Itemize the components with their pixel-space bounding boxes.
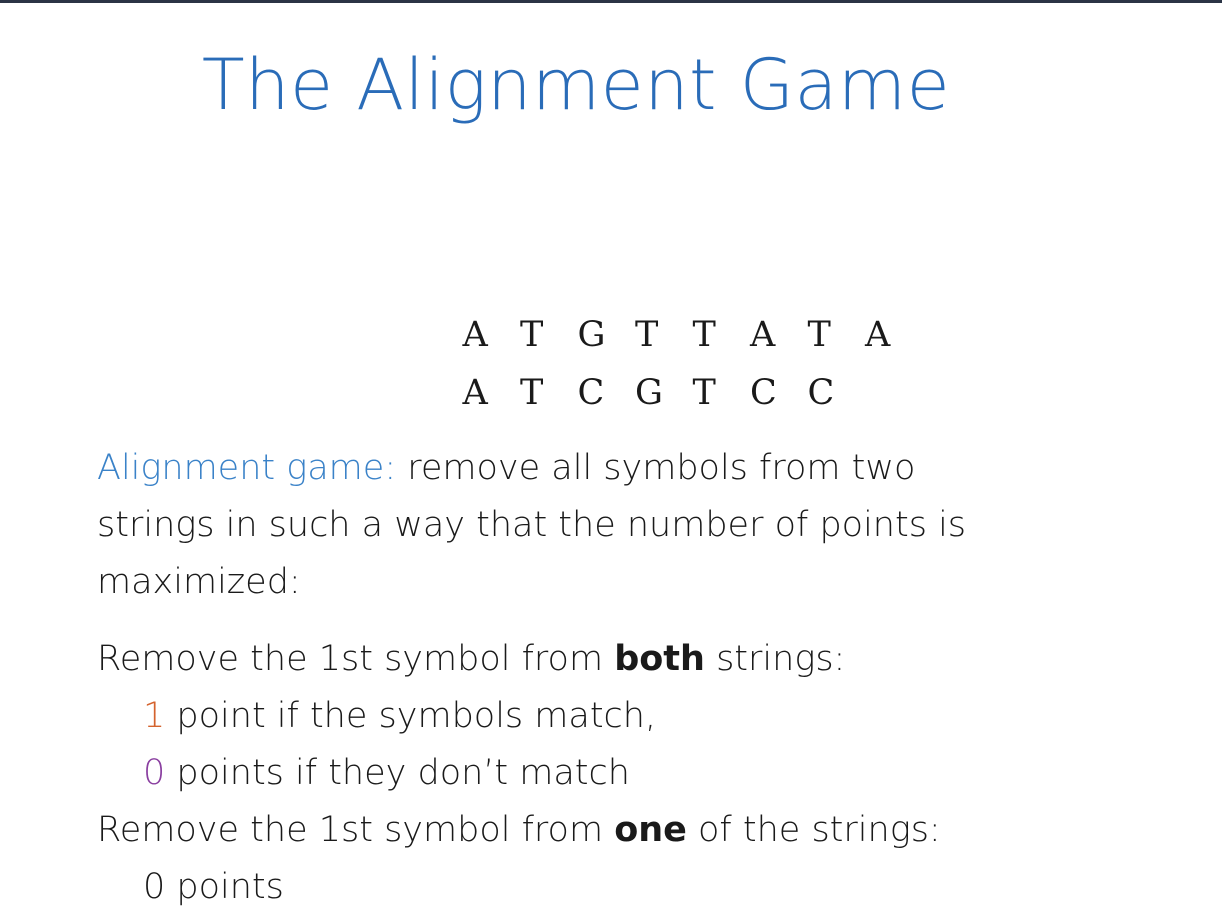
rule-prefix: Remove the 1st symbol from (97, 639, 615, 679)
sequence-symbol: C (750, 373, 777, 413)
sequence-symbol: C (807, 373, 835, 413)
rule-emphasis-one: one (614, 810, 687, 850)
sequence-symbol: A (865, 315, 891, 355)
definition-term: Alignment game: (97, 448, 397, 488)
rule-suffix: strings: (704, 639, 846, 679)
description-line-2: strings in such a way that the number of… (97, 505, 967, 545)
sequence-symbol: T (692, 373, 716, 413)
rule-mismatch: 0 points if they don’t match (143, 745, 630, 802)
slide-title: The Alignment Game (201, 44, 951, 126)
rule-prefix: Remove the 1st symbol from (97, 810, 615, 850)
slide: The Alignment Game ATGTTATA ATCGTCC Alig… (0, 3, 1222, 914)
rule-suffix: of the strings: (686, 810, 941, 850)
rule-emphasis-both: both (614, 639, 705, 679)
rule-one-string: Remove the 1st symbol from one of the st… (97, 802, 941, 859)
match-points-text: point if the symbols match, (165, 696, 657, 736)
rule-match: 1 point if the symbols match, (143, 688, 656, 745)
sequence-symbol: G (635, 373, 663, 413)
sequence-symbol: A (462, 373, 488, 413)
match-points-value: 1 (143, 696, 166, 736)
mismatch-points-text: points if they don’t match (165, 753, 630, 793)
description-line-3: maximized: (97, 562, 301, 602)
rule-one-points: 0 points (143, 867, 284, 907)
mismatch-points-value: 0 (143, 753, 166, 793)
rule-both-strings: Remove the 1st symbol from both strings: (97, 631, 845, 688)
description-text: remove all symbols from two (396, 448, 916, 488)
sequence-symbol: T (520, 373, 544, 413)
description-line-1: Alignment game: remove all symbols from … (97, 440, 915, 497)
sequence-symbol: C (577, 373, 605, 413)
sequence-second: ATCGTCC (418, 333, 865, 453)
